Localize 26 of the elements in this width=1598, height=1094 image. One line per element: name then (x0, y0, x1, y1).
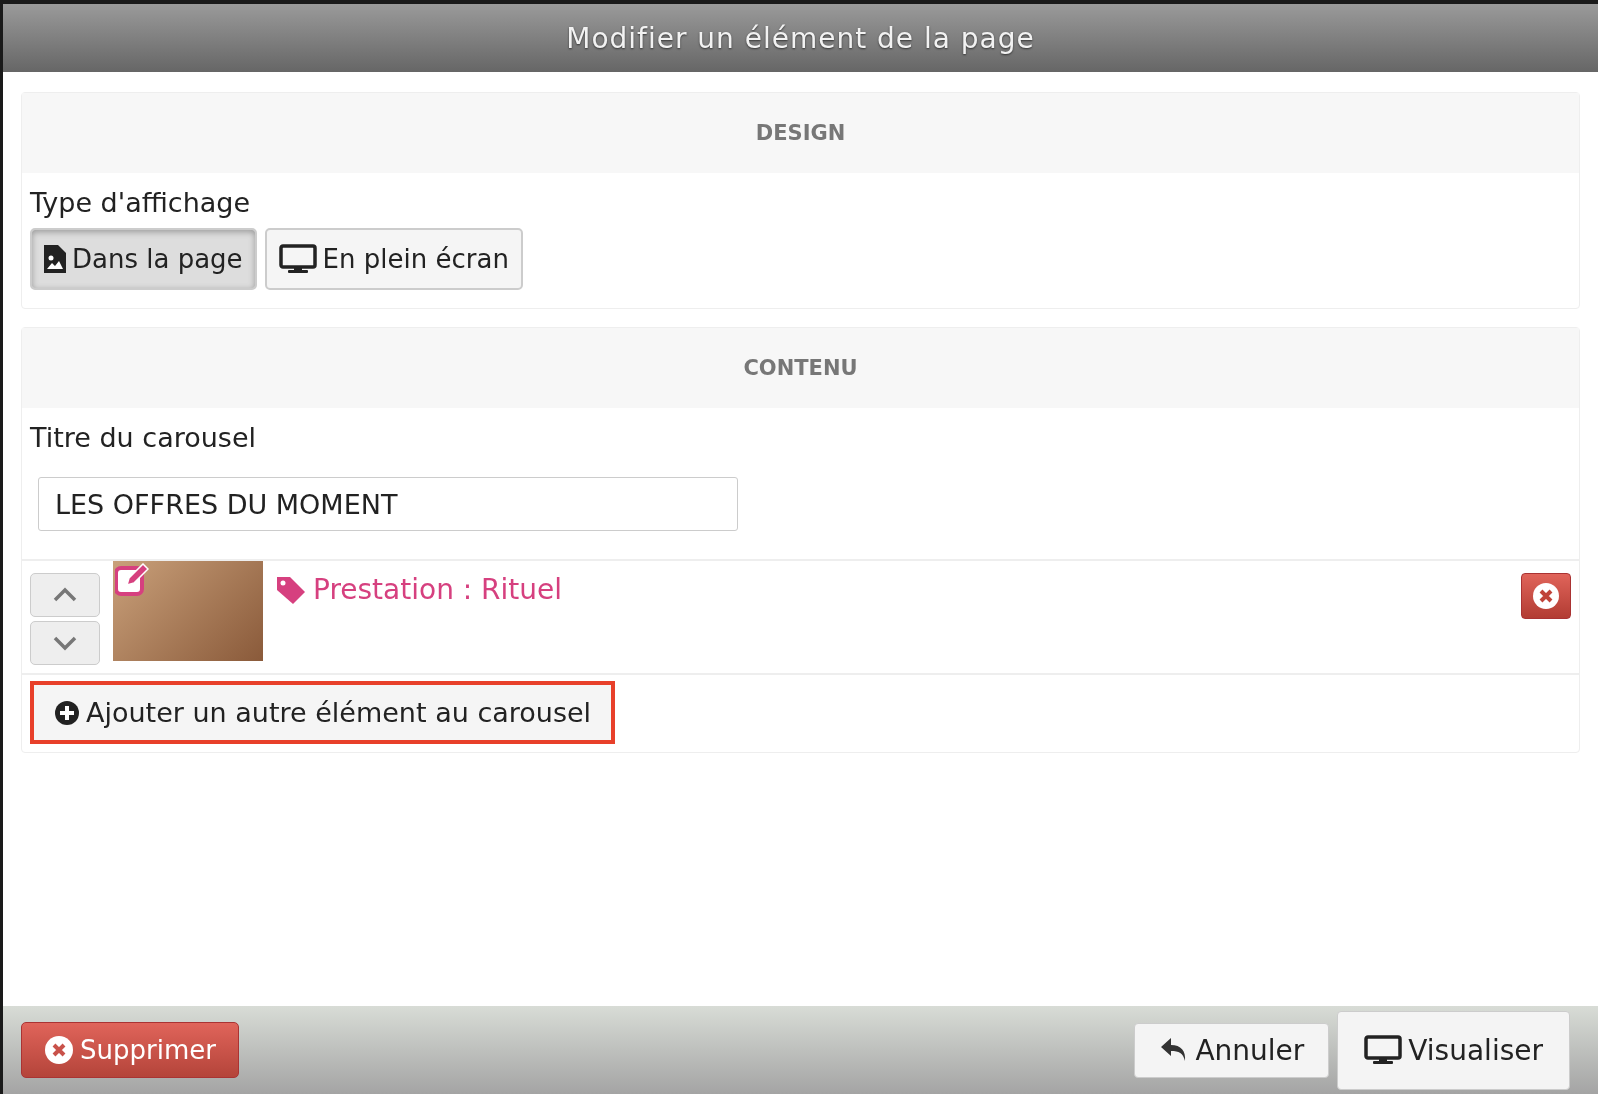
remove-item-button[interactable] (1521, 573, 1571, 619)
monitor-icon (1364, 1035, 1403, 1065)
section-title: DESIGN (755, 121, 846, 145)
title-input[interactable]: LES OFFRES DU MOMENT (38, 477, 738, 531)
tag-icon (275, 574, 307, 605)
preview-button[interactable]: Visualiser (1337, 1010, 1570, 1090)
move-up-button[interactable] (30, 573, 100, 617)
image-file-icon (44, 245, 66, 273)
close-icon (44, 1035, 74, 1065)
field-label: Titre du carousel (30, 422, 257, 453)
item-title[interactable]: Prestation : Rituel (313, 573, 563, 606)
delete-button[interactable]: Supprimer (21, 1022, 239, 1078)
display-option[interactable]: Dans la page (30, 228, 257, 290)
chevron-up-icon (52, 587, 78, 603)
edit-icon[interactable] (115, 563, 149, 597)
section-title: CONTENU (743, 356, 858, 380)
add-item-button[interactable]: Ajouter un autre élément au carousel (30, 681, 616, 744)
monitor-icon (278, 244, 317, 274)
cancel-button[interactable]: Annuler (1134, 1022, 1330, 1078)
chevron-down-icon (52, 635, 78, 651)
field-label: Type d'affichage (30, 187, 252, 218)
move-down-button[interactable] (30, 621, 100, 665)
close-icon (1531, 581, 1561, 611)
plus-circle-icon (54, 699, 80, 726)
display-option[interactable]: En plein écran (264, 228, 523, 290)
window-title: Modifier un élément de la page (566, 21, 1035, 55)
